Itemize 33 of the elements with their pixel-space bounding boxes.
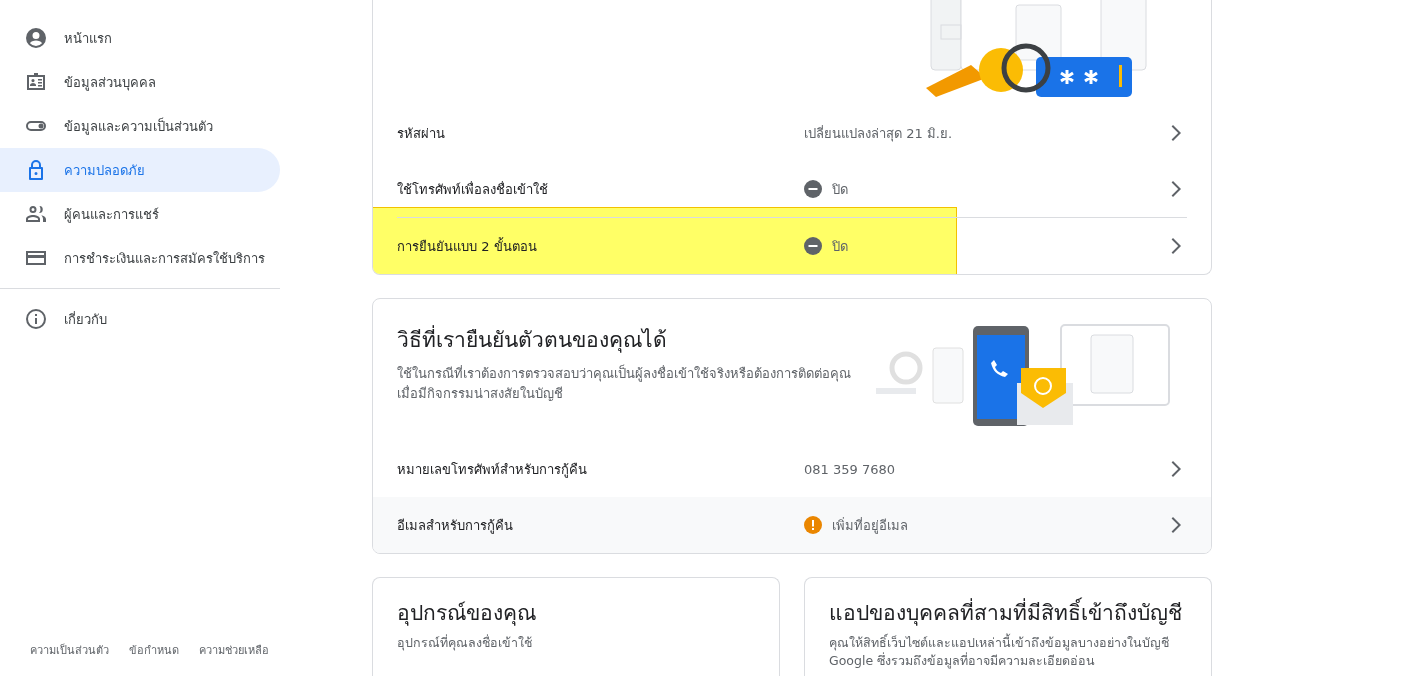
row-label: หมายเลขโทรศัพท์สำหรับการกู้คืน	[397, 460, 588, 480]
row-label: ใช้โทรศัพท์เพื่อลงชื่อเข้าใช้	[397, 180, 549, 199]
row-value: ปิด	[832, 237, 848, 256]
row-label: รหัสผ่าน	[397, 124, 446, 143]
footer-link[interactable]: ข้อกำหนด	[129, 641, 179, 659]
card-title: แอปของบุคคลที่สามที่มีสิทธิ์เข้าถึงบัญชี	[829, 596, 1187, 629]
row-label: อีเมลสำหรับการกู้คืน	[397, 516, 514, 536]
card-title: วิธีที่เรายืนยันตัวตนของคุณได้	[397, 323, 857, 356]
settings-row[interactable]: หมายเลขโทรศัพท์สำหรับการกู้คืน 081 359 7680	[397, 441, 1187, 497]
row-value: เปลี่ยนแปลงล่าสุด 21 มิ.ย.	[804, 124, 953, 144]
sidebar-item[interactable]: ข้อมูลส่วนบุคคล	[0, 60, 280, 104]
settings-row[interactable]: การยืนยันแบบ 2 ขั้นตอน ปิด	[397, 217, 1187, 274]
card-description: อุปกรณ์ที่คุณลงชื่อเข้าใช้	[397, 634, 533, 652]
settings-row[interactable]: รหัสผ่าน เปลี่ยนแปลงล่าสุด 21 มิ.ย.	[397, 105, 1187, 161]
info-icon	[24, 307, 48, 331]
sidebar-item[interactable]: เกี่ยวกับ	[0, 297, 280, 341]
account-icon	[24, 26, 48, 50]
card-title: อุปกรณ์ของคุณ	[397, 600, 537, 628]
sidebar-item[interactable]: การชำระเงินและการสมัครใช้บริการ	[0, 236, 280, 280]
sidebar-item[interactable]: ข้อมูลและความเป็นส่วนตัว	[0, 104, 280, 148]
sidebar-item[interactable]: ผู้คนและการแชร์	[0, 192, 280, 236]
footer-link[interactable]: ความเป็นส่วนตัว	[30, 641, 109, 659]
row-label: การยืนยันแบบ 2 ขั้นตอน	[397, 236, 538, 256]
row-value: เพิ่มที่อยู่อีเมล	[832, 516, 908, 536]
footer-link[interactable]: ความช่วยเหลือ	[199, 641, 269, 659]
sidebar-item[interactable]: ความปลอดภัย	[0, 148, 280, 192]
row-value: ปิด	[832, 180, 848, 199]
settings-row[interactable]: ใช้โทรศัพท์เพื่อลงชื่อเข้าใช้ ปิด	[397, 161, 1187, 217]
row-value: 081 359 7680	[804, 461, 895, 477]
settings-row[interactable]: อีเมลสำหรับการกู้คืน เพิ่มที่อยู่อีเมล	[373, 497, 1211, 553]
card-description: ใช้ในกรณีที่เราต้องการตรวจสอบว่าคุณเป็นผู้ลงชื่อเข้าใช้จริงหรือต้องการติดต่อคุณเมื่อมีกิจกรรมน่าสงสัยในบัญชี	[397, 364, 852, 403]
card-description: คุณให้สิทธิ์เว็บไซต์และแอปเหล่านี้เข้าถึงข้อมูลบางอย่างในบัญชี Google ซึ่งรวมถึงข้อมูลที่อาจมีความละเอียดอ่อน	[829, 634, 1169, 670]
sidebar-item[interactable]: หน้าแรก	[0, 16, 280, 60]
